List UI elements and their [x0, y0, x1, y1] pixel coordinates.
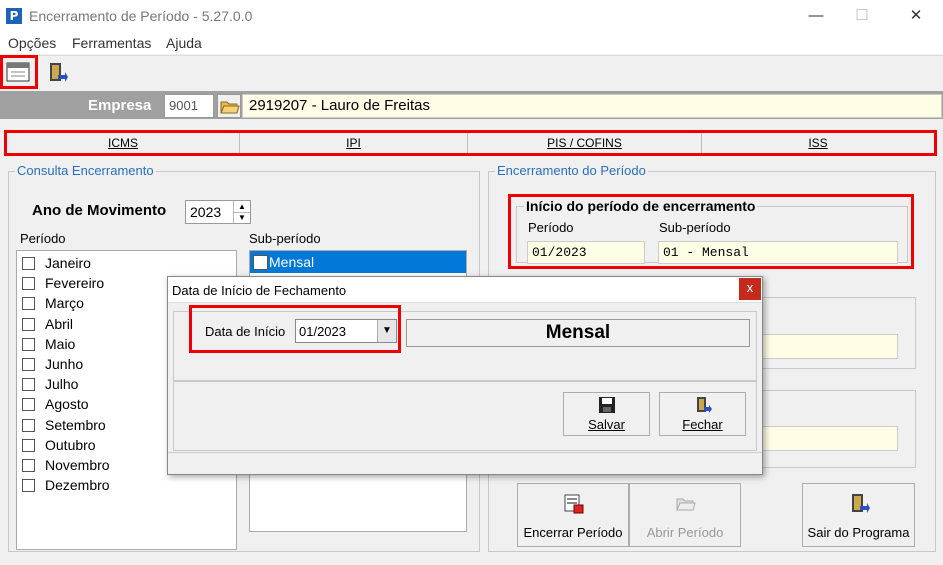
- folder-open-icon: [220, 101, 240, 114]
- checkbox[interactable]: [22, 337, 35, 351]
- window-title: Encerramento de Período - 5.27.0.0: [29, 8, 253, 24]
- checkbox[interactable]: [22, 297, 35, 311]
- checkbox[interactable]: [22, 317, 35, 331]
- abrir-label: Abrir Período: [646, 525, 724, 540]
- checkbox[interactable]: [22, 418, 35, 432]
- tab-ipi[interactable]: IPI: [240, 133, 468, 153]
- subperiodo-item-mensal[interactable]: Mensal: [250, 251, 466, 273]
- month-label: Outubro: [45, 436, 96, 453]
- checkbox[interactable]: [22, 398, 35, 412]
- save-icon: [599, 397, 615, 413]
- month-label: Novembro: [45, 457, 110, 473]
- checkbox[interactable]: [22, 438, 35, 452]
- menu-ferramentas[interactable]: Ferramentas: [72, 35, 151, 51]
- month-label: Agosto: [45, 396, 89, 413]
- maximize-button[interactable]: ☐: [839, 2, 885, 30]
- sair-label: Sair do Programa: [807, 525, 910, 540]
- empresa-name-field: 2919207 - Lauro de Freitas: [242, 94, 942, 118]
- enc-subperiodo-field: 01 - Mensal: [658, 241, 898, 264]
- calendar-icon: [6, 62, 30, 82]
- tab-icms[interactable]: ICMS: [7, 133, 240, 153]
- month-label: Julho: [45, 376, 79, 393]
- month-label: Março: [45, 295, 84, 312]
- inicio-title: Início do período de encerramento: [524, 198, 758, 214]
- checkbox[interactable]: [253, 255, 268, 270]
- enc-periodo-label: Período: [528, 220, 574, 235]
- ano-label: Ano de Movimento: [32, 202, 167, 219]
- ano-spinner[interactable]: 2023 ▲ ▼: [185, 200, 251, 224]
- month-label: Abril: [45, 315, 74, 332]
- exit-tool-button[interactable]: [45, 61, 69, 85]
- door-exit-icon: [50, 63, 68, 82]
- subperiodo-item-label: Mensal: [269, 254, 315, 270]
- dialog-title: Data de Início de Fechamento: [172, 283, 347, 298]
- checkbox[interactable]: [22, 479, 35, 493]
- data-inicio-dialog: Data de Início de Fechamento x Data de I…: [167, 276, 763, 475]
- checkbox[interactable]: [22, 277, 35, 291]
- toolbar: [0, 55, 943, 91]
- month-item[interactable]: Dezembro: [22, 477, 212, 496]
- door-exit-icon: [697, 397, 712, 413]
- month-item[interactable]: Janeiro: [22, 255, 212, 274]
- chevron-down-icon[interactable]: ▼: [377, 320, 396, 342]
- consulta-group-title: Consulta Encerramento: [15, 163, 156, 178]
- menu-ajuda[interactable]: Ajuda: [166, 35, 202, 51]
- month-label: Janeiro: [45, 255, 91, 271]
- fechar-label: Fechar: [682, 417, 723, 432]
- empresa-browse-button[interactable]: [217, 94, 241, 118]
- enc-subperiodo-label: Sub-período: [659, 220, 731, 235]
- dialog-status-bar: [168, 452, 762, 474]
- data-inicio-label: Data de Início: [205, 324, 286, 339]
- salvar-button[interactable]: Salvar: [563, 392, 650, 436]
- encerrar-label: Encerrar Período: [523, 525, 623, 540]
- door-exit-icon: [852, 494, 870, 513]
- month-label: Maio: [45, 335, 76, 352]
- enc-field-2: [762, 334, 898, 359]
- subperiodo-list-label: Sub-período: [249, 231, 321, 246]
- empresa-label: Empresa: [88, 97, 152, 114]
- month-label: Fevereiro: [45, 275, 105, 292]
- sair-programa-button[interactable]: Sair do Programa: [802, 483, 915, 547]
- calendar-tool-button[interactable]: [0, 55, 38, 89]
- ano-value: 2023: [190, 204, 222, 220]
- checkbox[interactable]: [22, 459, 35, 472]
- checkbox[interactable]: [22, 378, 35, 392]
- menu-opcoes[interactable]: Opções: [8, 35, 56, 51]
- enc-periodo-field: 01/2023: [527, 241, 645, 264]
- fechar-button[interactable]: Fechar: [659, 392, 746, 436]
- month-label: Setembro: [45, 416, 106, 433]
- tab-pis-cofins[interactable]: PIS / COFINS: [468, 133, 702, 153]
- mensal-display: Mensal: [406, 319, 750, 347]
- checkbox[interactable]: [22, 358, 35, 371]
- data-inicio-select[interactable]: 01/2023 ▼: [295, 319, 397, 343]
- month-label: Dezembro: [45, 477, 110, 494]
- periodo-list-label: Período: [20, 231, 66, 246]
- checkbox[interactable]: [22, 257, 35, 270]
- encerrar-periodo-button[interactable]: Encerrar Período: [517, 483, 629, 547]
- month-label: Junho: [45, 356, 84, 372]
- empresa-code-field[interactable]: 9001: [164, 94, 214, 118]
- minimize-button[interactable]: —: [793, 2, 839, 30]
- salvar-label: Salvar: [588, 417, 625, 432]
- close-button[interactable]: ✕: [893, 2, 939, 30]
- folder-open-icon: [676, 498, 696, 511]
- encerramento-group-title: Encerramento do Período: [495, 163, 648, 178]
- abrir-periodo-button[interactable]: Abrir Período: [629, 483, 741, 547]
- dialog-close-button[interactable]: x: [739, 278, 761, 300]
- enc-field-3: [762, 426, 898, 451]
- close-period-icon: [564, 494, 584, 514]
- app-icon: P: [6, 8, 22, 24]
- data-inicio-value: 01/2023: [299, 324, 346, 339]
- spin-down-icon[interactable]: ▼: [233, 212, 250, 223]
- tab-iss[interactable]: ISS: [702, 133, 934, 153]
